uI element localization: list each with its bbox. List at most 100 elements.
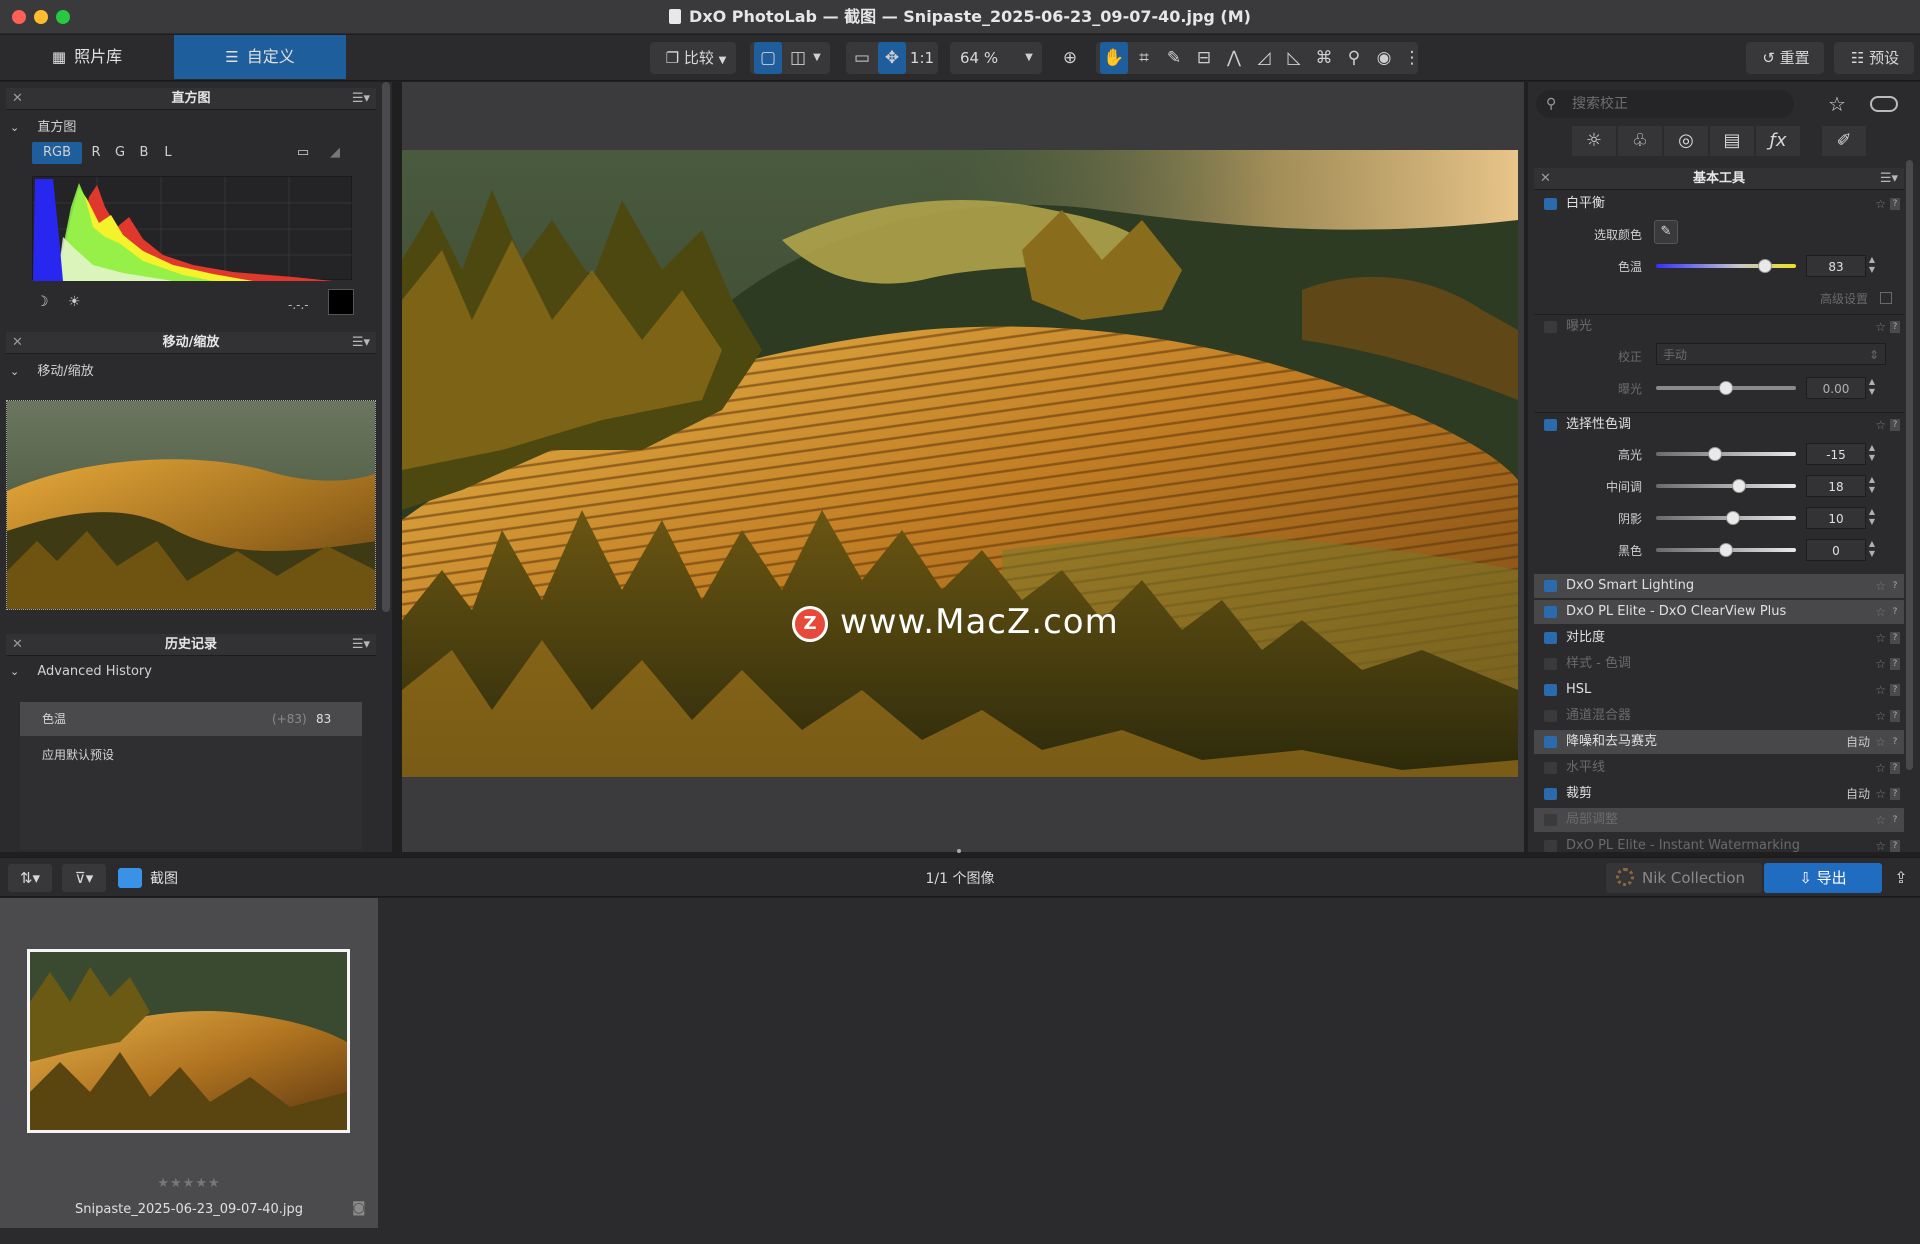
reset-button[interactable]: ↺ 重置 [1750, 42, 1822, 74]
crop-icon[interactable]: ⌗ [1130, 42, 1158, 74]
histogram-collapse[interactable]: ⌄ 直方图 [10, 116, 76, 135]
horizon-icon[interactable]: ⊟ [1190, 42, 1218, 74]
tab-library[interactable]: ▦ 照片库 [0, 35, 174, 79]
help-icon[interactable]: ? [1890, 632, 1900, 644]
close-icon[interactable]: ✕ [12, 634, 23, 656]
presets-button[interactable]: ☷ 预设 [1838, 42, 1912, 74]
exposure-value-input[interactable]: 0.00 [1806, 377, 1866, 399]
star-icon[interactable]: ☆ [1875, 600, 1886, 624]
channel-r-button[interactable]: R [86, 142, 106, 164]
tool-list-item[interactable]: DxO PL Elite - Instant Watermarking ☆? [1534, 834, 1904, 858]
perspective-8pt-icon[interactable]: ◺ [1280, 42, 1308, 74]
shadows-value-input[interactable]: 10 [1806, 507, 1866, 529]
local-adjust-tab-icon[interactable]: ✐ [1822, 126, 1866, 156]
star-icon[interactable]: ☆ [1875, 315, 1886, 339]
midtones-value-input[interactable]: 18 [1806, 475, 1866, 497]
enable-checkbox[interactable] [1544, 840, 1557, 852]
star-icon[interactable]: ☆ [1875, 574, 1886, 598]
splitter-handle[interactable] [957, 849, 961, 853]
star-icon[interactable]: ☆ [1820, 90, 1854, 118]
color-tab-icon[interactable]: ♧ [1618, 126, 1662, 156]
pane-menu-icon[interactable]: ☰▾ [352, 634, 370, 656]
star-icon[interactable]: ☆ [1875, 192, 1886, 216]
help-icon[interactable]: ? [1890, 606, 1900, 618]
enable-checkbox[interactable] [1544, 658, 1557, 670]
help-icon[interactable]: ? [1890, 321, 1900, 333]
enable-checkbox[interactable] [1544, 710, 1557, 722]
help-icon[interactable]: ? [1890, 814, 1900, 826]
enable-checkbox[interactable] [1544, 198, 1557, 210]
one-to-one-button[interactable]: 1:1 [906, 42, 938, 74]
tool-list-item[interactable]: 通道混合器 ☆? [1534, 704, 1904, 728]
print-icon[interactable]: ◢ [322, 142, 348, 164]
grid-overlay-icon[interactable]: ⋮ [1398, 42, 1426, 74]
repair-icon[interactable]: ⚲ [1340, 42, 1368, 74]
advanced-settings-link[interactable]: 高级设置 [1820, 290, 1868, 307]
star-icon[interactable]: ☆ [1875, 782, 1886, 806]
history-collapse[interactable]: ⌄ Advanced History [10, 664, 152, 679]
tool-list-item[interactable]: 对比度 ☆? [1534, 626, 1904, 650]
star-icon[interactable]: ☆ [1875, 756, 1886, 780]
tool-list-item[interactable]: HSL ☆? [1534, 678, 1904, 702]
tool-list-item[interactable]: DxO Smart Lighting ☆? [1534, 574, 1904, 598]
help-icon[interactable]: ? [1890, 840, 1900, 852]
tool-list-item[interactable]: DxO PL Elite - DxO ClearView Plus ☆? [1534, 600, 1904, 624]
exposure-slider-knob[interactable] [1719, 381, 1733, 395]
pane-menu-icon[interactable]: ☰▾ [352, 88, 370, 110]
eyedropper-icon[interactable]: ✎ [1160, 42, 1188, 74]
single-view-icon[interactable]: ▢ [754, 42, 782, 74]
highlights-slider-knob[interactable] [1707, 447, 1722, 461]
hand-icon[interactable]: ✋ [1100, 42, 1128, 74]
enable-checkbox[interactable] [1544, 814, 1557, 826]
move-zoom-collapse[interactable]: ⌄ 移动/缩放 [10, 360, 94, 379]
enable-checkbox[interactable] [1544, 762, 1557, 774]
highlights-stepper[interactable]: ▲ ▼ [1866, 443, 1878, 465]
help-icon[interactable]: ? [1890, 658, 1900, 670]
star-icon[interactable]: ☆ [1875, 652, 1886, 676]
temp-slider[interactable] [1656, 264, 1796, 268]
blacks-stepper[interactable]: ▲ ▼ [1866, 539, 1878, 561]
enable-checkbox[interactable] [1544, 419, 1557, 431]
highlights-value-input[interactable]: -15 [1806, 443, 1866, 465]
display-icon[interactable]: ▭ [290, 142, 316, 164]
channel-g-button[interactable]: G [110, 142, 130, 164]
zoom-in-icon[interactable]: ⊕ [1056, 42, 1084, 74]
help-icon[interactable]: ? [1890, 710, 1900, 722]
main-image[interactable]: Z www.MacZ.com [402, 150, 1518, 777]
pane-menu-icon[interactable]: ☰▾ [1880, 168, 1898, 190]
correction-select[interactable]: 手动 ⇕ [1656, 343, 1886, 365]
enable-checkbox[interactable] [1544, 788, 1557, 800]
midtones-stepper[interactable]: ▲ ▼ [1866, 475, 1878, 497]
close-icon[interactable]: ✕ [12, 88, 23, 110]
enable-checkbox[interactable] [1544, 606, 1557, 618]
star-icon[interactable]: ☆ [1875, 413, 1886, 437]
volume-deformation-icon[interactable]: ⌘ [1310, 42, 1338, 74]
compare-button[interactable]: ❐ 比较 ▼ [656, 42, 736, 74]
midtones-slider-knob[interactable] [1731, 479, 1746, 493]
light-tab-icon[interactable]: ☼ [1572, 126, 1616, 156]
tool-selective-tone[interactable]: 选择性色调 ☆ ? [1534, 412, 1904, 436]
temp-stepper[interactable]: ▲ ▼ [1866, 255, 1878, 277]
channel-b-button[interactable]: B [134, 142, 154, 164]
star-icon[interactable]: ☆ [1875, 678, 1886, 702]
collapse-icon[interactable] [1880, 292, 1892, 304]
help-icon[interactable]: ? [1890, 580, 1900, 592]
star-icon[interactable]: ☆ [1875, 730, 1886, 754]
enable-checkbox[interactable] [1544, 321, 1557, 333]
fit-screen-icon[interactable]: ▭ [848, 42, 876, 74]
tab-customize[interactable]: ☰ 自定义 [174, 35, 346, 79]
chevron-down-icon[interactable]: ▼ [1020, 42, 1038, 74]
eye-icon[interactable]: ◉ [1370, 42, 1398, 74]
left-panel-scrollbar[interactable] [382, 82, 390, 612]
enable-checkbox[interactable] [1544, 580, 1557, 592]
help-icon[interactable]: ? [1890, 762, 1900, 774]
enable-checkbox[interactable] [1544, 684, 1557, 696]
correction-search-input[interactable]: ⚲ 搜索校正 [1536, 90, 1794, 118]
navigator-thumbnail[interactable] [6, 400, 376, 610]
move-icon[interactable]: ✥ [878, 42, 906, 74]
perspective-rect-icon[interactable]: ◿ [1250, 42, 1278, 74]
perspective-icon[interactable]: ⋀ [1220, 42, 1248, 74]
sun-icon[interactable]: ☀ [68, 294, 81, 310]
effects-tab-icon[interactable]: ƒx [1756, 126, 1800, 156]
star-icon[interactable]: ☆ [1875, 834, 1886, 858]
